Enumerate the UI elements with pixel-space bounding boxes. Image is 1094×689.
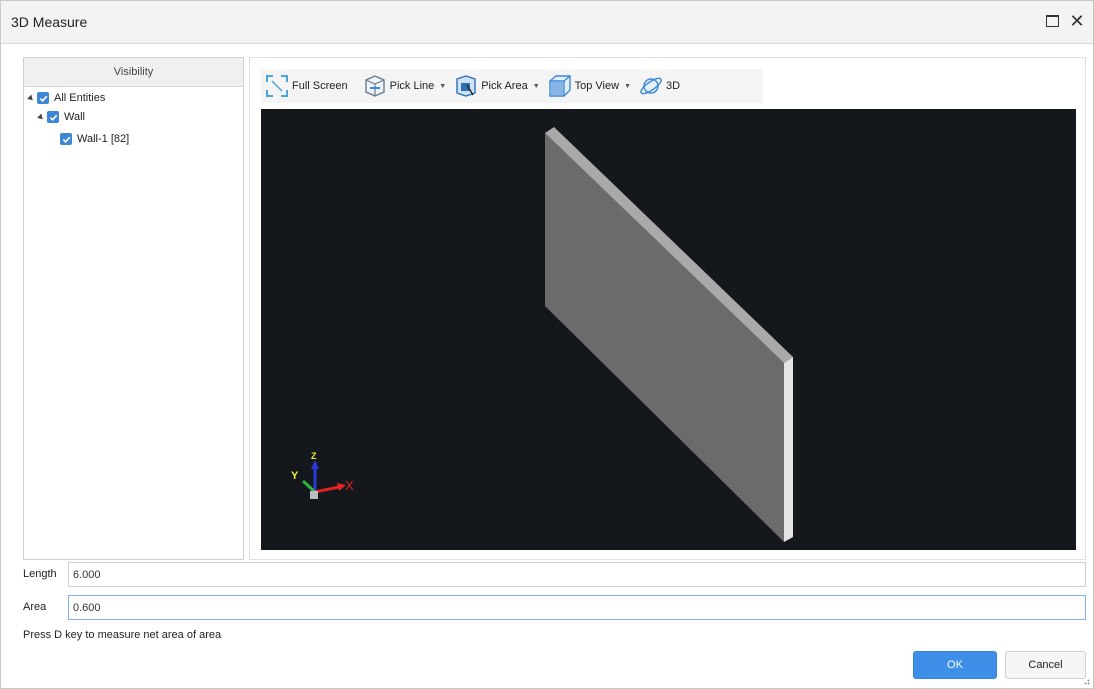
- pick-line-button[interactable]: Pick Line: [359, 71, 438, 101]
- top-view-button[interactable]: Top View: [544, 71, 622, 101]
- window-title: 3D Measure: [11, 14, 88, 30]
- pick-area-icon: [456, 75, 476, 97]
- check-icon: [62, 136, 70, 143]
- tree-item-label: Wall-1 [82]: [77, 133, 130, 145]
- checkbox-wall[interactable]: [47, 111, 59, 123]
- expand-arrow-icon[interactable]: [37, 113, 45, 121]
- view-3d-label: 3D: [666, 80, 681, 92]
- pick-line-icon: [364, 75, 385, 97]
- top-view-dropdown-icon[interactable]: ▼: [624, 83, 631, 90]
- checkbox-wall-1[interactable]: [60, 133, 72, 145]
- axis-triad: Y Z X: [291, 451, 354, 499]
- maximize-button[interactable]: [1042, 11, 1062, 31]
- top-view-label: Top View: [574, 80, 620, 92]
- viewport-canvas: Y Z X: [291, 127, 793, 542]
- maximize-icon: [1045, 15, 1059, 27]
- expand-arrow-icon[interactable]: [27, 94, 35, 102]
- ok-button[interactable]: OK: [913, 651, 997, 679]
- full-screen-label: Full Screen: [292, 80, 348, 92]
- wall-front-face: [545, 133, 784, 542]
- pick-area-dropdown-icon[interactable]: ▼: [533, 83, 540, 90]
- full-screen-icon: [266, 75, 288, 97]
- cancel-button[interactable]: Cancel: [1005, 651, 1086, 679]
- tree-item-all-entities[interactable]: All Entities: [27, 89, 106, 107]
- title-bar: 3D Measure ✕: [1, 1, 1093, 44]
- tree-item-wall[interactable]: Wall: [37, 108, 85, 126]
- close-icon: ✕: [1069, 11, 1085, 31]
- viewer-toolbar: Full Screen Pick Line ▼ Pick Area ▼ Top …: [261, 69, 763, 103]
- length-field[interactable]: [68, 562, 1086, 587]
- pick-line-dropdown-icon[interactable]: ▼: [439, 83, 446, 90]
- visibility-panel: Visibility All Entities Wall Wall-1 [82]: [23, 57, 244, 560]
- viewer-panel: Full Screen Pick Line ▼ Pick Area ▼ Top …: [249, 57, 1086, 560]
- axis-x-label: X: [345, 478, 354, 493]
- pick-line-label: Pick Line: [389, 80, 435, 92]
- check-icon: [49, 114, 57, 121]
- tree-item-wall-1[interactable]: Wall-1 [82]: [60, 130, 129, 148]
- hint-text: Press D key to measure net area of area: [23, 629, 222, 641]
- orbit-3d-icon: [640, 77, 662, 95]
- top-view-icon: [548, 75, 571, 97]
- resize-grip-icon[interactable]: [1082, 677, 1090, 685]
- close-button[interactable]: ✕: [1067, 11, 1087, 31]
- checkbox-all-entities[interactable]: [37, 92, 49, 104]
- tree-item-label: Wall: [64, 111, 85, 123]
- full-screen-button[interactable]: Full Screen: [261, 71, 351, 101]
- pick-area-button[interactable]: Pick Area: [450, 71, 530, 101]
- area-label: Area: [23, 601, 47, 613]
- wall-side-face: [784, 357, 793, 542]
- tree-item-label: All Entities: [54, 92, 106, 104]
- visibility-header: Visibility: [24, 58, 243, 87]
- length-label: Length: [23, 568, 57, 580]
- 3d-viewport[interactable]: Y Z X: [261, 109, 1076, 550]
- check-icon: [39, 95, 47, 102]
- axis-z-label: Z: [311, 451, 317, 461]
- dialog-window: 3D Measure ✕ Visibility All Entities Wal…: [0, 0, 1094, 689]
- axis-y-label: Y: [291, 470, 299, 482]
- pick-area-label: Pick Area: [481, 80, 528, 92]
- area-field[interactable]: [68, 595, 1086, 620]
- view-3d-button[interactable]: 3D: [635, 71, 683, 101]
